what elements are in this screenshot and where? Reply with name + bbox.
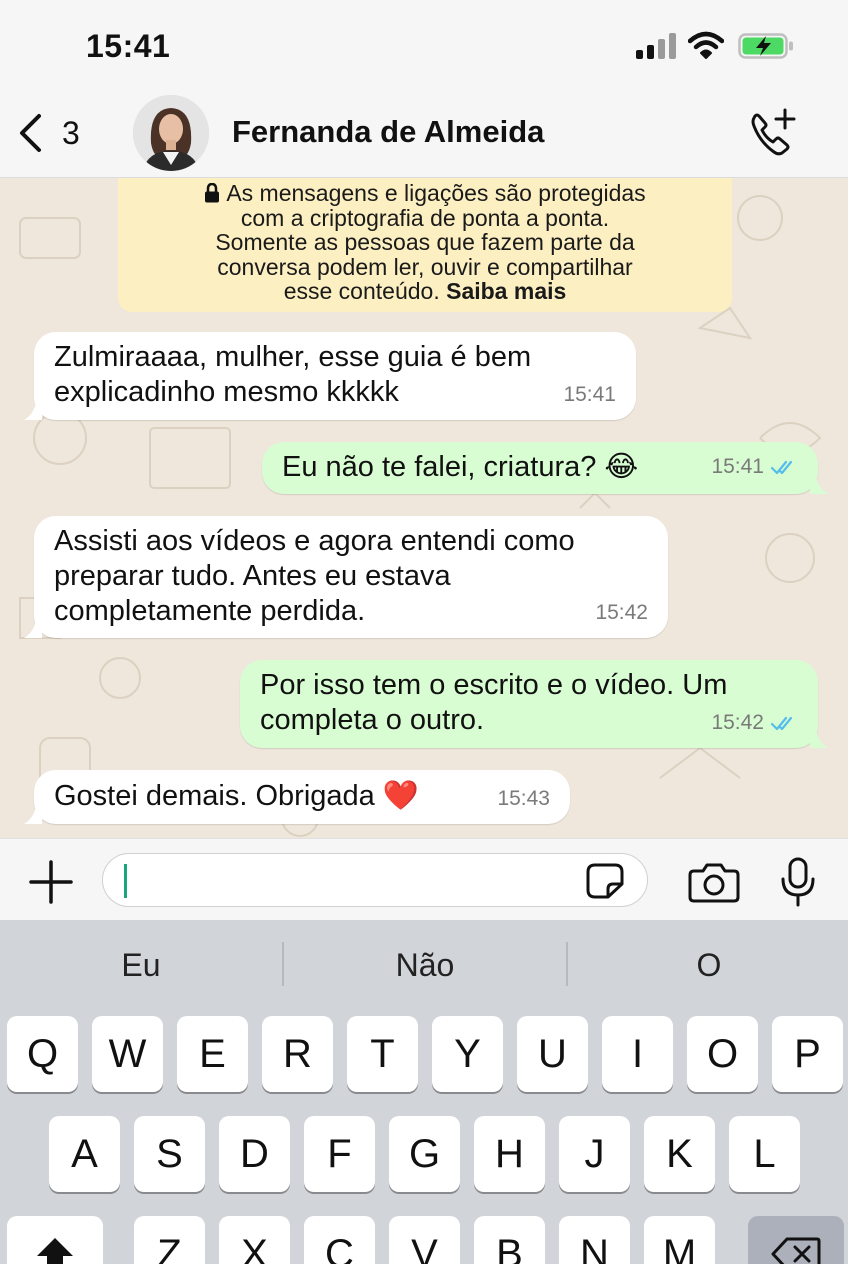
incoming-message[interactable]: Zulmiraaaa, mulher, esse guia é bem expl… xyxy=(24,332,636,420)
keyboard: Eu Não O Q W E R T Y U I O P A S D F G H… xyxy=(0,920,848,1264)
bubble-tail xyxy=(24,620,42,638)
notice-line: conversa podem ler, ouvir e compartilhar xyxy=(217,253,633,280)
outgoing-message[interactable]: Por isso tem o escrito e o vídeo. Um com… xyxy=(240,660,828,748)
incoming-message[interactable]: Gostei demais. Obrigada ❤️ 15:43 xyxy=(24,770,570,824)
message-time: 15:42 xyxy=(711,705,798,740)
message-time: 15:42 xyxy=(595,601,648,624)
notice-line: esse conteúdo. Saiba mais xyxy=(283,278,567,304)
key-s[interactable]: S xyxy=(134,1116,205,1192)
suggestion-item[interactable]: Não xyxy=(284,920,566,1010)
key-q[interactable]: Q xyxy=(7,1016,78,1092)
message-text: preparar tudo. Antes eu estava xyxy=(54,560,451,592)
notice-line: com a criptografia de ponta a ponta. xyxy=(240,204,610,231)
double-check-icon xyxy=(770,716,793,730)
chat-area[interactable]: As mensagens e ligações são protegidas c… xyxy=(0,178,848,838)
key-h[interactable]: H xyxy=(474,1116,545,1192)
learn-more-link[interactable]: Saiba mais xyxy=(446,278,566,304)
key-n[interactable]: N xyxy=(559,1216,630,1264)
double-check-icon xyxy=(770,460,793,474)
suggestion-item[interactable]: Eu xyxy=(0,920,282,1010)
text-caret xyxy=(124,864,127,898)
key-o[interactable]: O xyxy=(687,1016,758,1092)
message-text: completamente perdida. xyxy=(54,595,366,627)
message-time: 15:41 xyxy=(563,383,616,406)
call-add-icon[interactable] xyxy=(744,106,800,162)
key-i[interactable]: I xyxy=(602,1016,673,1092)
key-g[interactable]: G xyxy=(389,1116,460,1192)
contact-avatar[interactable] xyxy=(133,95,209,171)
plus-icon[interactable] xyxy=(28,859,74,905)
microphone-icon[interactable] xyxy=(780,857,816,907)
bubble-tail xyxy=(24,402,42,420)
message-text: Assisti aos vídeos e agora entendi como xyxy=(54,525,575,557)
back-button[interactable]: 3 xyxy=(18,108,80,158)
key-t[interactable]: T xyxy=(347,1016,418,1092)
key-d[interactable]: D xyxy=(219,1116,290,1192)
cellular-signal-icon xyxy=(636,33,678,59)
key-j[interactable]: J xyxy=(559,1116,630,1192)
key-f[interactable]: F xyxy=(304,1116,375,1192)
suggestion-bar: Eu Não O xyxy=(0,920,848,1010)
unread-count: 3 xyxy=(62,114,80,151)
bubble-tail xyxy=(810,476,828,494)
message-input[interactable] xyxy=(102,853,648,907)
key-x[interactable]: X xyxy=(219,1216,290,1264)
key-v[interactable]: V xyxy=(389,1216,460,1264)
key-a[interactable]: A xyxy=(49,1116,120,1192)
notice-line: As mensagens e ligações são protegidas xyxy=(118,181,732,206)
shift-key[interactable] xyxy=(7,1216,103,1264)
sticker-icon[interactable] xyxy=(585,862,625,900)
notice-line: Somente as pessoas que fazem parte da xyxy=(215,229,635,255)
chat-header: 3 Fernanda de Almeida xyxy=(0,90,848,178)
message-text: Gostei demais. Obrigada ❤️ xyxy=(54,780,419,812)
key-z[interactable]: Z xyxy=(134,1216,205,1264)
lock-icon xyxy=(205,183,220,203)
contact-name[interactable]: Fernanda de Almeida xyxy=(232,114,544,150)
key-m[interactable]: M xyxy=(644,1216,715,1264)
incoming-message[interactable]: Assisti aos vídeos e agora entendi como … xyxy=(24,516,668,638)
key-r[interactable]: R xyxy=(262,1016,333,1092)
bubble-tail xyxy=(810,730,828,748)
outgoing-message[interactable]: Eu não te falei, criatura? 😂 15:41 xyxy=(262,442,828,494)
key-p[interactable]: P xyxy=(772,1016,843,1092)
key-b[interactable]: B xyxy=(474,1216,545,1264)
shift-icon xyxy=(37,1238,73,1264)
key-k[interactable]: K xyxy=(644,1116,715,1192)
wifi-icon xyxy=(688,31,724,59)
key-w[interactable]: W xyxy=(92,1016,163,1092)
message-text: Por isso tem o escrito e o vídeo. Um xyxy=(260,669,728,701)
message-time: 15:43 xyxy=(497,787,550,810)
back-chevron-icon xyxy=(20,114,41,152)
key-e[interactable]: E xyxy=(177,1016,248,1092)
message-composer xyxy=(0,838,848,920)
status-bar: 15:41 xyxy=(0,0,848,90)
avatar-image xyxy=(133,95,209,171)
camera-icon[interactable] xyxy=(688,861,740,903)
backspace-key[interactable] xyxy=(748,1216,844,1264)
encryption-notice[interactable]: As mensagens e ligações são protegidas c… xyxy=(118,178,732,312)
message-time: 15:41 xyxy=(711,449,798,484)
message-text: Zulmiraaaa, mulher, esse guia é bem xyxy=(54,341,532,373)
suggestion-item[interactable]: O xyxy=(568,920,848,1010)
backspace-icon xyxy=(771,1237,821,1264)
key-c[interactable]: C xyxy=(304,1216,375,1264)
message-text: explicadinho mesmo kkkkk xyxy=(54,376,399,408)
status-time: 15:41 xyxy=(86,28,171,64)
bubble-tail xyxy=(24,806,42,824)
key-u[interactable]: U xyxy=(517,1016,588,1092)
battery-charging-icon xyxy=(738,33,793,59)
key-l[interactable]: L xyxy=(729,1116,800,1192)
key-y[interactable]: Y xyxy=(432,1016,503,1092)
